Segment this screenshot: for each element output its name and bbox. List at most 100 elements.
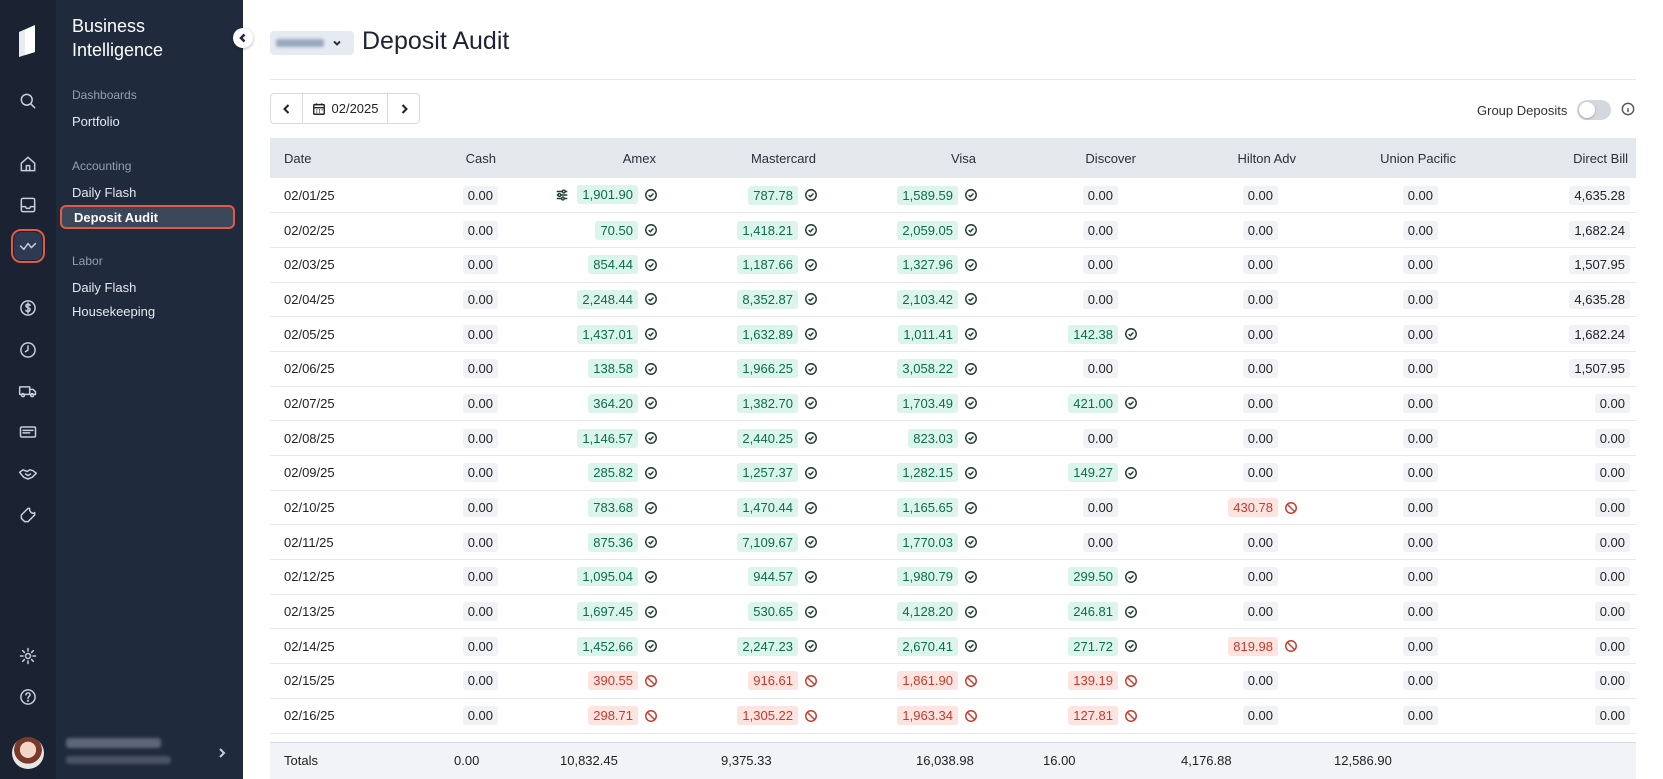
deposit-value[interactable]: 0.00 — [1242, 255, 1278, 275]
check-circle-icon[interactable] — [964, 362, 978, 376]
check-circle-icon[interactable] — [804, 258, 818, 272]
deposit-value[interactable]: 916.61 — [748, 671, 798, 691]
deposit-value[interactable]: 70.50 — [595, 220, 638, 240]
deposit-value[interactable]: 1,418.21 — [737, 220, 798, 240]
clock-icon[interactable] — [14, 336, 42, 364]
deposit-value[interactable]: 1,980.79 — [897, 567, 958, 587]
deposit-value[interactable]: 4,635.28 — [1569, 289, 1630, 309]
deposit-value[interactable]: 0.00 — [462, 567, 498, 587]
deposit-value[interactable]: 1,632.89 — [737, 324, 798, 344]
check-circle-icon[interactable] — [644, 292, 658, 306]
sidebar-item-housekeeping[interactable]: Housekeeping — [72, 304, 155, 319]
prev-month-button[interactable] — [271, 94, 302, 123]
check-circle-icon[interactable] — [644, 535, 658, 549]
deposit-value[interactable]: 127.81 — [1068, 706, 1118, 726]
check-circle-icon[interactable] — [644, 466, 658, 480]
deposit-value[interactable]: 0.00 — [462, 636, 498, 656]
blocked-icon[interactable] — [804, 674, 818, 688]
truck-icon[interactable] — [14, 377, 42, 405]
deposit-value[interactable]: 7,109.67 — [737, 532, 798, 552]
deposit-value[interactable]: 8,352.87 — [737, 289, 798, 309]
deposit-value[interactable]: 271.72 — [1068, 636, 1118, 656]
check-circle-icon[interactable] — [804, 605, 818, 619]
deposit-value[interactable]: 0.00 — [1082, 532, 1118, 552]
deposit-value[interactable]: 1,703.49 — [897, 393, 958, 413]
deposit-value[interactable]: 299.50 — [1068, 567, 1118, 587]
wrench-icon[interactable] — [14, 501, 42, 529]
deposit-value[interactable]: 2,248.44 — [577, 289, 638, 309]
collapse-sidebar-button[interactable] — [233, 28, 253, 48]
check-circle-icon[interactable] — [644, 605, 658, 619]
check-circle-icon[interactable] — [804, 639, 818, 653]
check-circle-icon[interactable] — [804, 292, 818, 306]
deposit-value[interactable]: 0.00 — [1242, 289, 1278, 309]
check-circle-icon[interactable] — [964, 501, 978, 515]
column-header-discover[interactable]: Discover — [984, 138, 1144, 178]
deposit-value[interactable]: 1,095.04 — [577, 567, 638, 587]
deposit-value[interactable]: 1,682.24 — [1569, 220, 1630, 240]
deposit-value[interactable]: 139.19 — [1068, 671, 1118, 691]
deposit-value[interactable]: 1,165.65 — [897, 498, 958, 518]
deposit-value[interactable]: 1,682.24 — [1569, 324, 1630, 344]
deposit-value[interactable]: 0.00 — [1402, 220, 1438, 240]
adjustment-icon[interactable] — [555, 188, 569, 202]
deposit-value[interactable]: 530.65 — [748, 602, 798, 622]
deposit-value[interactable]: 944.57 — [748, 567, 798, 587]
deposit-value[interactable]: 2,247.23 — [737, 636, 798, 656]
deposit-value[interactable]: 1,963.34 — [897, 706, 958, 726]
deposit-value[interactable]: 0.00 — [462, 393, 498, 413]
blocked-icon[interactable] — [644, 709, 658, 723]
deposit-value[interactable]: 0.00 — [1402, 324, 1438, 344]
column-header-union-pacific[interactable]: Union Pacific — [1304, 138, 1464, 178]
deposit-value[interactable]: 0.00 — [1402, 289, 1438, 309]
check-circle-icon[interactable] — [1124, 466, 1138, 480]
deposit-value[interactable]: 0.00 — [1242, 706, 1278, 726]
blocked-icon[interactable] — [804, 709, 818, 723]
inbox-icon[interactable] — [14, 191, 42, 219]
deposit-value[interactable]: 854.44 — [588, 255, 638, 275]
deposit-value[interactable]: 1,437.01 — [577, 324, 638, 344]
deposit-value[interactable]: 1,901.90 — [577, 185, 638, 205]
deposit-value[interactable]: 0.00 — [1402, 255, 1438, 275]
deposit-value[interactable]: 0.00 — [1402, 463, 1438, 483]
deposit-value[interactable]: 4,635.28 — [1569, 185, 1630, 205]
avatar[interactable] — [12, 737, 44, 769]
check-circle-icon[interactable] — [964, 396, 978, 410]
deposit-value[interactable]: 142.38 — [1068, 324, 1118, 344]
gear-icon[interactable] — [14, 642, 42, 670]
check-circle-icon[interactable] — [964, 188, 978, 202]
check-circle-icon[interactable] — [644, 570, 658, 584]
deposit-value[interactable]: 0.00 — [1402, 636, 1438, 656]
deposit-value[interactable]: 2,670.41 — [897, 636, 958, 656]
deposit-value[interactable]: 0.00 — [1402, 498, 1438, 518]
check-circle-icon[interactable] — [644, 396, 658, 410]
deposit-value[interactable]: 0.00 — [462, 185, 498, 205]
deposit-value[interactable]: 875.36 — [588, 532, 638, 552]
sidebar-item-deposit-audit[interactable]: Deposit Audit — [60, 205, 235, 229]
check-circle-icon[interactable] — [644, 327, 658, 341]
check-circle-icon[interactable] — [804, 396, 818, 410]
column-header-direct-bill[interactable]: Direct Bill — [1464, 138, 1636, 178]
deposit-value[interactable]: 0.00 — [1242, 602, 1278, 622]
column-header-date[interactable]: Date — [270, 138, 366, 178]
deposit-value[interactable]: 2,103.42 — [897, 289, 958, 309]
deposit-value[interactable]: 138.58 — [588, 359, 638, 379]
home-icon[interactable] — [14, 150, 42, 178]
deposit-value[interactable]: 0.00 — [462, 532, 498, 552]
column-header-visa[interactable]: Visa — [824, 138, 984, 178]
check-circle-icon[interactable] — [804, 327, 818, 341]
deposit-value[interactable]: 149.27 — [1068, 463, 1118, 483]
search-icon[interactable] — [14, 87, 42, 115]
deposit-value[interactable]: 421.00 — [1068, 393, 1118, 413]
deposit-value[interactable]: 0.00 — [462, 428, 498, 448]
help-icon[interactable] — [14, 683, 42, 711]
deposit-value[interactable]: 2,440.25 — [737, 428, 798, 448]
deposit-value[interactable]: 1,470.44 — [737, 498, 798, 518]
check-circle-icon[interactable] — [644, 431, 658, 445]
deposit-value[interactable]: 0.00 — [462, 289, 498, 309]
deposit-value[interactable]: 285.82 — [588, 463, 638, 483]
check-circle-icon[interactable] — [804, 535, 818, 549]
deposit-value[interactable]: 0.00 — [1594, 567, 1630, 587]
check-circle-icon[interactable] — [964, 223, 978, 237]
check-circle-icon[interactable] — [964, 639, 978, 653]
